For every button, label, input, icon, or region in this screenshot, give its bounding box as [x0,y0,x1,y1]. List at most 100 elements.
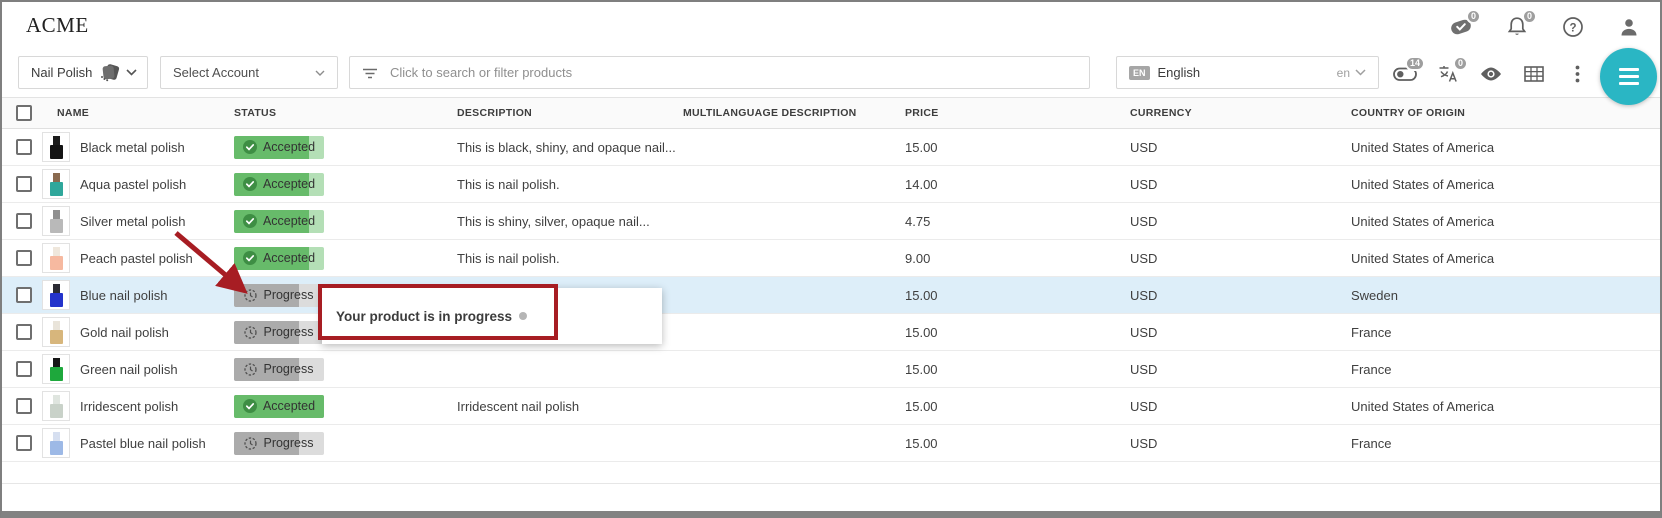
grid-icon [1524,66,1544,82]
accepted-check-icon [243,177,257,191]
row-checkbox[interactable] [16,176,32,192]
column-header-currency[interactable]: CURRENCY [1130,107,1351,119]
product-currency[interactable]: USD [1130,436,1351,451]
column-header-multilanguage-description[interactable]: MULTILANGUAGE DESCRIPTION [683,107,905,119]
product-thumbnail [42,132,70,162]
table-row[interactable]: Black metal polish Accepted This is blac… [2,129,1660,166]
table-row[interactable]: Silver metal polish Accepted This is shi… [2,203,1660,240]
status-badge[interactable]: Progress [234,358,324,381]
column-header-description[interactable]: DESCRIPTION [457,107,683,119]
column-header-price[interactable]: PRICE [905,107,1130,119]
product-price[interactable]: 15.00 [905,399,1130,414]
product-type-dropdown[interactable]: Nail Polish [18,56,148,89]
row-checkbox[interactable] [16,213,32,229]
eye-icon [1479,66,1503,82]
product-price[interactable]: 15.00 [905,140,1130,155]
column-header-status[interactable]: STATUS [234,107,457,119]
status-badge[interactable]: Progress [234,321,324,344]
product-name[interactable]: Peach pastel polish [80,251,234,266]
product-price[interactable]: 15.00 [905,436,1130,451]
product-currency[interactable]: USD [1130,140,1351,155]
product-country[interactable]: Sweden [1351,288,1660,303]
table-row[interactable]: Gold nail polish Progress 15.00 [2,314,1660,351]
row-checkbox[interactable] [16,287,32,303]
row-checkbox[interactable] [16,250,32,266]
product-price[interactable]: 14.00 [905,177,1130,192]
row-checkbox[interactable] [16,361,32,377]
product-price[interactable]: 9.00 [905,251,1130,266]
status-badge[interactable]: Accepted [234,247,324,270]
product-name[interactable]: Pastel blue nail polish [80,436,234,451]
table-row[interactable]: Irridescent polish Accepted Irridescent … [2,388,1660,425]
row-checkbox[interactable] [16,435,32,451]
notifications-button[interactable]: 0 [1504,15,1530,39]
product-currency[interactable]: USD [1130,177,1351,192]
product-country[interactable]: United States of America [1351,140,1660,155]
product-country[interactable]: United States of America [1351,251,1660,266]
translations-button[interactable]: 0 [1435,62,1461,86]
account-select-dropdown[interactable]: Select Account [160,56,338,89]
product-country[interactable]: France [1351,325,1660,340]
product-currency[interactable]: USD [1130,362,1351,377]
main-menu-fab[interactable] [1600,48,1657,105]
product-description[interactable]: This is nail polish. [457,177,683,192]
product-currency[interactable]: USD [1130,288,1351,303]
row-checkbox[interactable] [16,139,32,155]
row-checkbox[interactable] [16,324,32,340]
table-row[interactable]: Blue nail polish Progress 15.00 [2,277,1660,314]
table-row[interactable]: Green nail polish Progress 15.0 [2,351,1660,388]
status-badge[interactable]: Accepted [234,136,324,159]
product-name[interactable]: Aqua pastel polish [80,177,234,192]
help-button[interactable]: ? [1560,15,1586,39]
progress-clock-icon [244,437,257,450]
table-row[interactable]: Peach pastel polish Accepted This is nai… [2,240,1660,277]
product-country[interactable]: United States of America [1351,214,1660,229]
product-country[interactable]: United States of America [1351,399,1660,414]
tasks-approved-button[interactable]: 0 [1448,15,1474,39]
product-name[interactable]: Green nail polish [80,362,234,377]
user-menu-button[interactable] [1616,15,1642,39]
row-checkbox[interactable] [16,398,32,414]
chevron-down-icon [1355,69,1366,76]
select-all-checkbox[interactable] [16,105,32,121]
product-price[interactable]: 4.75 [905,214,1130,229]
product-name[interactable]: Blue nail polish [80,288,234,303]
product-description[interactable]: Irridescent nail polish [457,399,683,414]
product-price[interactable]: 15.00 [905,288,1130,303]
status-badge[interactable]: Progress [234,432,324,455]
status-badge[interactable]: Accepted [234,395,324,418]
table-row[interactable]: Pastel blue nail polish Progress [2,425,1660,462]
grid-view-button[interactable] [1521,62,1547,86]
column-header-name[interactable]: NAME [42,107,234,119]
product-currency[interactable]: USD [1130,325,1351,340]
product-country[interactable]: France [1351,436,1660,451]
product-currency[interactable]: USD [1130,251,1351,266]
search-input[interactable]: Click to search or filter products [349,56,1090,89]
readiness-button[interactable]: 14 [1392,62,1418,86]
product-description[interactable]: This is black, shiny, and opaque nail... [457,140,683,155]
column-header-country-of-origin[interactable]: COUNTRY OF ORIGIN [1351,107,1660,119]
translations-count-badge: 0 [1453,56,1468,71]
progress-clock-icon [244,363,257,376]
product-currency[interactable]: USD [1130,214,1351,229]
product-name[interactable]: Silver metal polish [80,214,234,229]
toolbar: Nail Polish Select Account Click to sear… [2,50,1660,97]
product-currency[interactable]: USD [1130,399,1351,414]
product-country[interactable]: United States of America [1351,177,1660,192]
product-name[interactable]: Gold nail polish [80,325,234,340]
product-description[interactable]: This is shiny, silver, opaque nail... [457,214,683,229]
status-badge[interactable]: Accepted [234,173,324,196]
product-thumbnail-body [50,404,63,418]
status-badge[interactable]: Progress [234,284,324,307]
product-name[interactable]: Black metal polish [80,140,234,155]
status-badge[interactable]: Accepted [234,210,324,233]
product-price[interactable]: 15.00 [905,325,1130,340]
product-country[interactable]: France [1351,362,1660,377]
table-row[interactable]: Aqua pastel polish Accepted This is nail… [2,166,1660,203]
more-options-button[interactable] [1564,62,1590,86]
preview-button[interactable] [1478,62,1504,86]
language-select-dropdown[interactable]: EN English en [1116,56,1379,89]
product-price[interactable]: 15.00 [905,362,1130,377]
product-name[interactable]: Irridescent polish [80,399,234,414]
product-description[interactable]: This is nail polish. [457,251,683,266]
